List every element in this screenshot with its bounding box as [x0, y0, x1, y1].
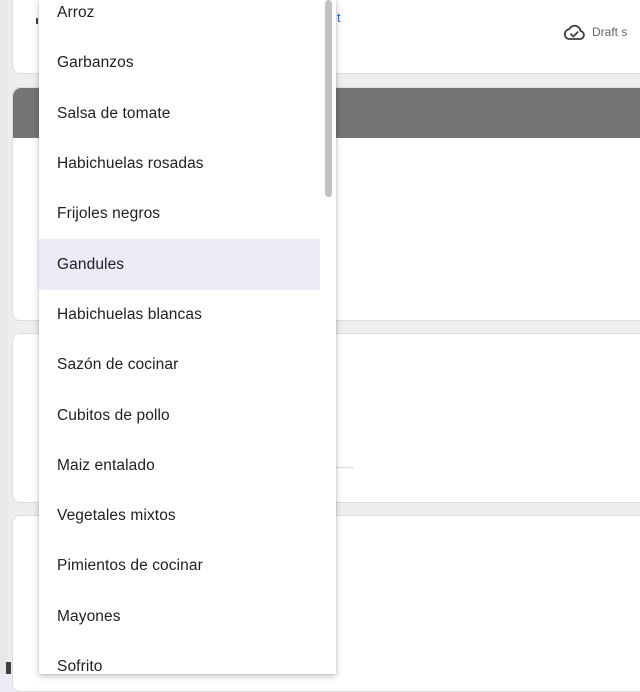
dropdown-option[interactable]: Frijoles negros — [39, 189, 320, 239]
dropdown-option[interactable]: Garbanzos — [39, 38, 320, 88]
dropdown-option[interactable]: Arroz — [39, 0, 320, 38]
draft-status-text: Draft s — [592, 25, 628, 39]
dropdown-option[interactable]: Sazón de cocinar — [39, 340, 320, 390]
dropdown-option[interactable]: Maiz entalado — [39, 441, 320, 491]
scrollbar[interactable] — [320, 0, 336, 674]
cloud-check-icon — [562, 22, 586, 42]
dropdown-option[interactable]: Vegetales mixtos — [39, 491, 320, 541]
scrollbar-thumb[interactable] — [325, 0, 332, 197]
text-fragment — [36, 18, 38, 24]
left-edge — [0, 0, 8, 674]
dropdown-options-list: Arroz Garbanzos Salsa de tomate Habichue… — [39, 0, 320, 674]
left-edge-mark — [6, 662, 11, 674]
dropdown-option[interactable]: Habichuelas blancas — [39, 290, 320, 340]
dropdown-option[interactable]: Sofrito — [39, 642, 320, 674]
dropdown-option[interactable]: Pimientos de cocinar — [39, 541, 320, 591]
dropdown-option[interactable]: Salsa de tomate — [39, 89, 320, 139]
dropdown-menu[interactable]: Arroz Garbanzos Salsa de tomate Habichue… — [39, 0, 336, 674]
link-fragment[interactable]: t — [337, 10, 341, 25]
dropdown-option-selected[interactable]: Gandules — [39, 239, 320, 290]
dropdown-option[interactable]: Cubitos de pollo — [39, 390, 320, 440]
dropdown-option[interactable]: Habichuelas rosadas — [39, 139, 320, 189]
dropdown-option[interactable]: Mayones — [39, 592, 320, 642]
draft-status: Draft s — [562, 22, 627, 42]
